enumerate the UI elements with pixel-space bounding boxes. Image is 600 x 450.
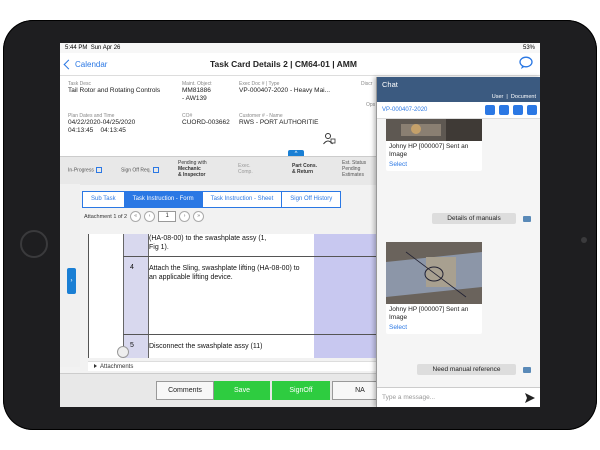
tab-sub-task[interactable]: Sub Task: [83, 192, 125, 207]
video-icon[interactable]: [527, 105, 537, 115]
bot-icon: [523, 216, 531, 222]
step-signoff-column: [314, 234, 379, 358]
app-screen: 5:44 PM Sun Apr 26 53% Calendar Task Car…: [60, 43, 540, 407]
message-text: Johny HP [000007] Sent an Image: [389, 143, 469, 158]
edit-icon: [95, 167, 102, 173]
row-divider: [123, 256, 379, 257]
chat-message: Johny HP [000007] Sent an Image Select: [386, 119, 482, 171]
signoff-button[interactable]: SignOff: [272, 381, 330, 400]
last-page-button[interactable]: »: [193, 211, 205, 222]
stage-est-status[interactable]: Est. Status Pending Estimates: [342, 160, 366, 178]
step-prev-text: (HA-08-00) to the swashplate assy (1, Fi…: [149, 235, 267, 251]
co-field: CO# CUORD-003662: [182, 113, 230, 126]
select-link[interactable]: Select: [386, 159, 482, 171]
status-bar: 5:44 PM Sun Apr 26 53%: [60, 43, 540, 53]
stage-pending-with[interactable]: Pending with Mechanic & Inspector: [178, 160, 207, 178]
chat-tools: [485, 105, 537, 115]
message-input[interactable]: Type a message...: [377, 387, 540, 407]
chat-message: Johny HP [000007] Sent an Image Select: [386, 242, 482, 334]
stage-part-cons[interactable]: Part Cons. & Return: [292, 163, 317, 175]
chat-tab-user[interactable]: User: [492, 94, 504, 100]
chat-tab-document[interactable]: Document: [511, 94, 536, 100]
settings-icon[interactable]: [499, 105, 509, 115]
attachment-count: Attachment 1 of 2: [84, 213, 128, 220]
edit-icon: [152, 167, 159, 173]
chat-reply: Details of manuals: [432, 213, 516, 224]
step-marker[interactable]: [117, 346, 129, 358]
camera: [581, 237, 587, 243]
step-number: 4: [130, 264, 134, 271]
message-text: Johny HP [000007] Sent an Image: [389, 306, 469, 321]
sub-tabs: Sub Task Task Instruction - Form Task In…: [82, 191, 342, 208]
row-divider: [123, 334, 379, 335]
expand-side-panel-button[interactable]: ›: [67, 268, 76, 294]
page-input[interactable]: 1: [158, 211, 177, 222]
status-battery: 53%: [522, 45, 535, 51]
attachment-pager: Attachment 1 of 2 « ‹ 1 › »: [84, 211, 205, 222]
chat-reference: VP-000407-2020: [377, 102, 540, 119]
tab-signoff-history[interactable]: Sign Off History: [282, 192, 341, 207]
stage-exec-comp[interactable]: Exec. Comp.: [238, 163, 253, 175]
page-title: Task Card Details 2 | CM64-01 | AMM: [210, 59, 357, 69]
chevron-left-icon: [63, 59, 74, 69]
expand-triangle-icon: [94, 364, 97, 368]
left-strip: ›: [60, 184, 80, 367]
ops-field: Ops: [366, 102, 376, 108]
step-text: Attach the Sling, swashplate lifting (HA…: [149, 265, 300, 281]
message-image[interactable]: [386, 119, 482, 141]
tab-task-instruction-sheet[interactable]: Task Instruction - Sheet: [202, 192, 283, 207]
paperclip-icon[interactable]: [485, 105, 495, 115]
task-desc-field: Task Desc Tail Rotor and Rotating Contro…: [68, 81, 161, 94]
chat-bubble-icon[interactable]: [519, 56, 533, 70]
back-label: Calendar: [75, 59, 108, 69]
maint-object-field: Maint. Object MM81886 - AW139: [182, 81, 212, 102]
first-page-button[interactable]: «: [130, 211, 142, 222]
person-search-icon[interactable]: [322, 132, 336, 146]
chat-panel: Chat User | Document VP-000407-2020 John…: [376, 77, 540, 407]
chat-title: Chat: [377, 77, 540, 92]
stage-signoff-req[interactable]: Sign Off Req.: [121, 167, 159, 173]
message-image[interactable]: [386, 242, 482, 304]
step-text: Disconnect the swashplate assy (11): [149, 343, 263, 350]
customer-field: Customer # - Name RWS - PORT AUTHORITIE: [239, 113, 319, 126]
plan-dates-field: Plan Dates and Time 04/22/2020-04/25/202…: [68, 113, 136, 134]
select-link[interactable]: Select: [386, 322, 482, 334]
home-button[interactable]: [20, 230, 48, 258]
share-icon[interactable]: [513, 105, 523, 115]
chat-tabs: User | Document: [377, 92, 540, 102]
part-photo: [386, 119, 482, 141]
bot-icon: [523, 367, 531, 373]
stage-in-progress[interactable]: In-Progress: [68, 167, 102, 173]
plan-times: 04:13:45 04:13:45: [68, 127, 126, 134]
instruction-document[interactable]: (HA-08-00) to the swashplate assy (1, Fi…: [88, 234, 379, 358]
nav-bar: Calendar Task Card Details 2 | CM64-01 |…: [60, 53, 540, 76]
chat-reply: Need manual reference: [417, 364, 516, 375]
back-button[interactable]: Calendar: [60, 59, 108, 69]
next-page-button[interactable]: ›: [179, 211, 191, 222]
step-number: 5: [130, 342, 134, 349]
save-button[interactable]: Save: [214, 381, 270, 400]
part-photo: [386, 242, 482, 304]
discrepancy-field: Discr: [361, 81, 373, 87]
status-time: 5:44 PM Sun Apr 26: [65, 45, 121, 51]
send-icon[interactable]: [525, 393, 535, 403]
exec-doc-field: Exec Doc # | Type VP-000407-2020 - Heavy…: [239, 81, 331, 94]
tab-task-instruction-form[interactable]: Task Instruction - Form: [124, 192, 203, 207]
prev-page-button[interactable]: ‹: [144, 211, 156, 222]
attachments-section[interactable]: Attachments: [88, 361, 380, 371]
step-number-column: [123, 234, 149, 358]
comments-button[interactable]: Comments: [156, 381, 214, 400]
